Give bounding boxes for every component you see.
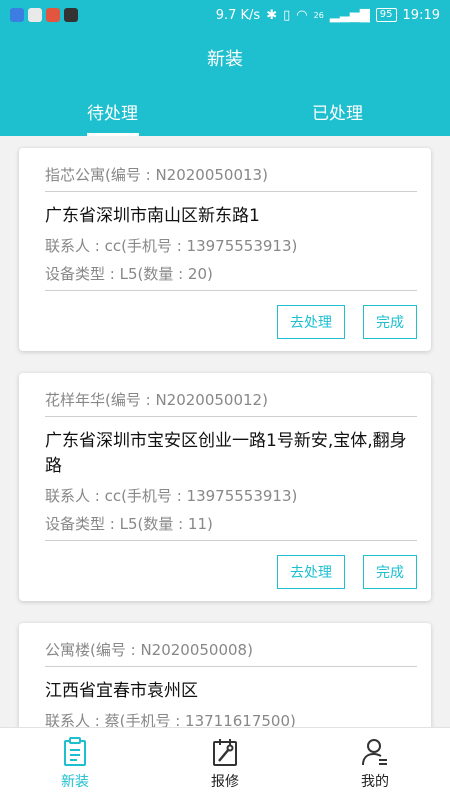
order-card: 指芯公寓(编号 : N2020050013) 广东省深圳市南山区新东路1 联系人… xyxy=(19,148,431,351)
shield-icon xyxy=(10,8,24,22)
wifi-icon: ◠ xyxy=(296,7,308,23)
complete-button[interactable]: 完成 xyxy=(363,555,417,589)
tab-bar: 待处理 已处理 xyxy=(0,86,450,136)
signal-icon: ▂▃▅▇ xyxy=(329,7,370,23)
app-g-icon xyxy=(28,8,42,22)
order-name: 花样年华(编号 : N2020050012) xyxy=(45,383,417,417)
bottom-nav: 新装 报修 我的 xyxy=(0,727,450,800)
order-contact: 联系人 : 蔡(手机号 : 13711617500) xyxy=(45,712,296,727)
order-actions: 去处理 完成 xyxy=(45,291,417,339)
order-name: 指芯公寓(编号 : N2020050013) xyxy=(45,158,417,192)
network-speed: 9.7 K/s xyxy=(215,7,261,23)
order-actions: 去处理 完成 xyxy=(45,541,417,589)
complete-button[interactable]: 完成 xyxy=(363,305,417,339)
header: 9.7 K/s ✱ ▯ ◠ 26 ▂▃▅▇ 95 19:19 新装 待处理 已处… xyxy=(0,0,450,136)
vibrate-icon: ▯ xyxy=(283,7,291,23)
nav-install[interactable]: 新装 xyxy=(0,728,150,800)
app-image-icon xyxy=(64,8,78,22)
nav-mine-label: 我的 xyxy=(361,774,389,790)
tab-processed[interactable]: 已处理 xyxy=(225,86,450,136)
order-list[interactable]: 指芯公寓(编号 : N2020050013) 广东省深圳市南山区新东路1 联系人… xyxy=(0,136,450,727)
clipboard-icon xyxy=(64,737,86,766)
tab-pending[interactable]: 待处理 xyxy=(0,86,225,136)
order-contact: 联系人 : cc(手机号 : 13975553913) xyxy=(45,487,298,505)
signal-label: 26 xyxy=(313,10,324,20)
app-card-icon xyxy=(46,8,60,22)
process-button[interactable]: 去处理 xyxy=(277,305,345,339)
nav-repair[interactable]: 报修 xyxy=(150,728,300,800)
system-indicators: 9.7 K/s ✱ ▯ ◠ 26 ▂▃▅▇ 95 19:19 xyxy=(216,8,440,23)
order-device: 设备类型 : L5(数量 : 20) xyxy=(45,263,417,291)
order-device: 设备类型 : L5(数量 : 11) xyxy=(45,513,417,541)
page-title: 新装 xyxy=(207,49,243,70)
order-address: 广东省深圳市宝安区创业一路1号新安,宝体,翻身路 xyxy=(45,431,407,476)
order-address: 江西省宜春市袁州区 xyxy=(45,681,198,701)
process-button[interactable]: 去处理 xyxy=(277,555,345,589)
clock: 19:19 xyxy=(402,7,440,23)
battery-icon: 95 xyxy=(375,8,397,22)
status-bar: 9.7 K/s ✱ ▯ ◠ 26 ▂▃▅▇ 95 19:19 xyxy=(0,0,450,30)
user-icon xyxy=(362,739,387,766)
order-card: 公寓楼(编号 : N2020050008) 江西省宜春市袁州区 联系人 : 蔡(… xyxy=(19,623,431,727)
order-name: 公寓楼(编号 : N2020050008) xyxy=(45,633,417,667)
order-card: 花样年华(编号 : N2020050012) 广东省深圳市宝安区创业一路1号新安… xyxy=(19,373,431,601)
nav-install-label: 新装 xyxy=(61,774,89,790)
nav-mine[interactable]: 我的 xyxy=(300,728,450,800)
nav-repair-label: 报修 xyxy=(211,774,239,790)
order-address: 广东省深圳市南山区新东路1 xyxy=(45,206,260,226)
bluetooth-icon: ✱ xyxy=(266,7,278,23)
repair-icon xyxy=(213,739,237,766)
notification-icons xyxy=(10,8,78,22)
order-contact: 联系人 : cc(手机号 : 13975553913) xyxy=(45,237,298,255)
